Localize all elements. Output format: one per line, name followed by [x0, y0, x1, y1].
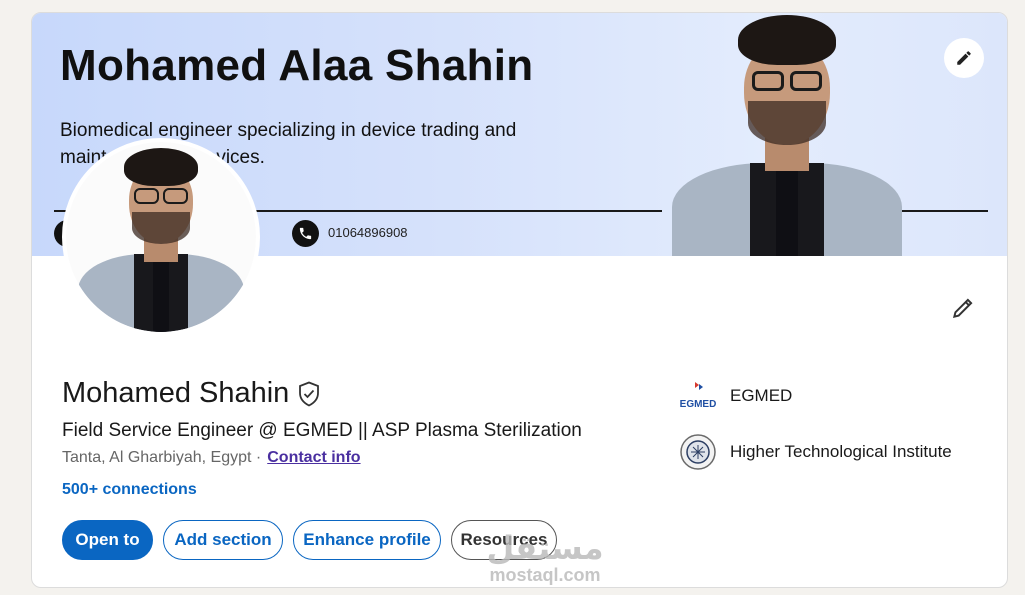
banner-phone-number: 01064896908: [328, 225, 408, 240]
add-section-button[interactable]: Add section: [163, 520, 283, 560]
edit-banner-button[interactable]: [944, 38, 984, 78]
name-row: Mohamed Shahin: [62, 377, 321, 410]
banner-portrait: [672, 13, 902, 256]
org-name-hti: Higher Technological Institute: [730, 442, 952, 461]
egmed-logo-text: EGMED: [680, 399, 717, 410]
organization-list: EGMED EGMED Higher Technological Institu…: [678, 377, 952, 489]
pencil-icon: [952, 298, 973, 319]
edit-intro-button[interactable]: [948, 293, 978, 323]
profile-actions: Open to Add section Enhance profile Reso…: [62, 520, 557, 560]
verified-shield-icon[interactable]: [297, 381, 321, 407]
profile-location: Tanta, Al Gharbiyah, Egypt: [62, 449, 252, 466]
phone-glyph: [299, 227, 312, 240]
org-item-egmed[interactable]: EGMED EGMED: [678, 377, 952, 415]
location-separator: ·: [251, 449, 262, 466]
profile-headline: Field Service Engineer @ EGMED || ASP Pl…: [62, 420, 582, 441]
watermark-english: mostaql.com: [489, 565, 601, 585]
banner-name: Mohamed Alaa Shahin: [60, 41, 534, 90]
enhance-profile-button[interactable]: Enhance profile: [293, 520, 441, 560]
hti-seal-logo: [678, 433, 718, 471]
org-name-egmed: EGMED: [730, 386, 793, 405]
avatar[interactable]: [62, 138, 260, 336]
location-row: Tanta, Al Gharbiyah, Egypt · Contact info: [62, 449, 361, 467]
pencil-icon: [957, 51, 971, 65]
egmed-logo: EGMED: [678, 377, 718, 415]
profile-card: Mohamed Alaa Shahin Biomedical engineer …: [31, 12, 1008, 588]
contact-info-link[interactable]: Contact info: [267, 449, 360, 466]
open-to-button[interactable]: Open to: [62, 520, 153, 560]
banner-divider-right: [898, 210, 988, 212]
connections-link[interactable]: 500+ connections: [62, 481, 197, 499]
phone-icon: [292, 220, 319, 247]
avatar-portrait: [66, 142, 256, 332]
org-item-hti[interactable]: Higher Technological Institute: [678, 433, 952, 471]
resources-button[interactable]: Resources: [451, 520, 557, 560]
profile-name: Mohamed Shahin: [62, 377, 290, 409]
